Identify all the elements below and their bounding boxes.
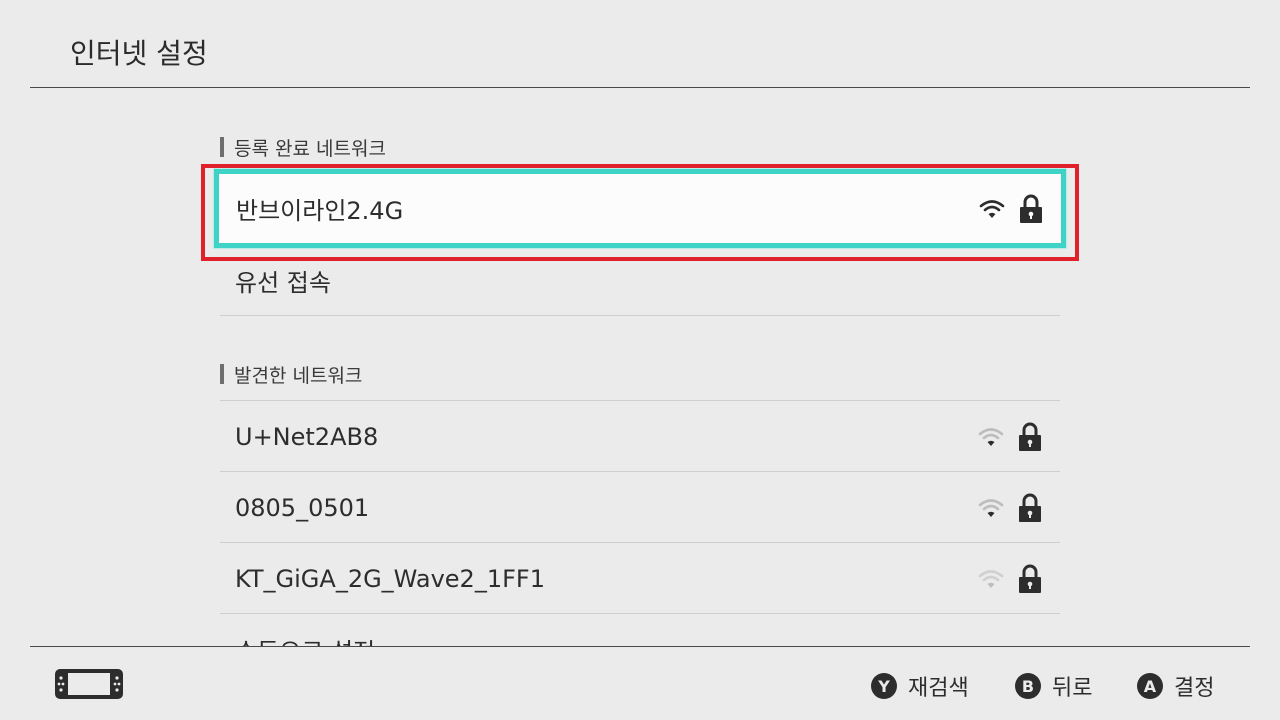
row-divider [220, 315, 1060, 316]
network-name: U+Net2AB8 [235, 422, 379, 451]
network-name: KT_GiGA_2G_Wave2_1FF1 [235, 564, 545, 593]
lock-icon [1019, 493, 1041, 522]
wifi-weak-icon [978, 427, 1004, 446]
network-row-manual[interactable]: 수동으로 설정 [220, 614, 1060, 646]
manual-setup-label: 수동으로 설정 [235, 632, 1060, 646]
network-list[interactable]: 등록 완료 네트워크 반브이라인2.4G 유선 접속 발견한 네트워크 U+Ne [0, 88, 1280, 646]
y-button-icon: Y [871, 673, 897, 699]
handheld-console-icon [55, 669, 123, 699]
network-row[interactable]: KT_GiGA_2G_Wave2_1FF1 [220, 543, 1060, 614]
section-marker [220, 137, 224, 157]
back-label: 뒤로 [1052, 676, 1093, 701]
wired-connection-label: 유선 접속 [235, 269, 331, 297]
section-marker [220, 364, 224, 384]
lock-icon [1020, 194, 1042, 223]
rescan-label: 재검색 [908, 676, 969, 701]
lock-icon [1019, 564, 1041, 593]
network-row[interactable]: 0805_0501 [220, 472, 1060, 543]
confirm-button[interactable]: A 결정 [1137, 670, 1214, 702]
network-name: 반브이라인2.4G [236, 197, 404, 225]
confirm-label: 결정 [1174, 676, 1215, 701]
network-row[interactable]: U+Net2AB8 [220, 401, 1060, 472]
a-button-icon: A [1137, 673, 1163, 699]
network-row-wired[interactable]: 유선 접속 [220, 245, 1060, 316]
section-registered: 등록 완료 네트워크 [220, 136, 386, 160]
section-registered-label: 등록 완료 네트워크 [234, 137, 386, 160]
section-found-label: 발견한 네트워크 [234, 364, 363, 387]
lock-icon [1019, 422, 1041, 451]
back-button[interactable]: B 뒤로 [1015, 670, 1092, 702]
page-title: 인터넷 설정 [70, 37, 208, 70]
footer-divider [30, 646, 1250, 647]
rescan-button[interactable]: Y 재검색 [871, 670, 969, 702]
wifi-weak-icon [978, 569, 1004, 588]
b-button-icon: B [1015, 673, 1041, 699]
network-row-selected[interactable]: 반브이라인2.4G [214, 169, 1066, 248]
wifi-weak-icon [978, 498, 1004, 517]
section-found: 발견한 네트워크 [220, 363, 363, 387]
network-name: 0805_0501 [235, 493, 370, 522]
wifi-strong-icon [979, 199, 1005, 218]
